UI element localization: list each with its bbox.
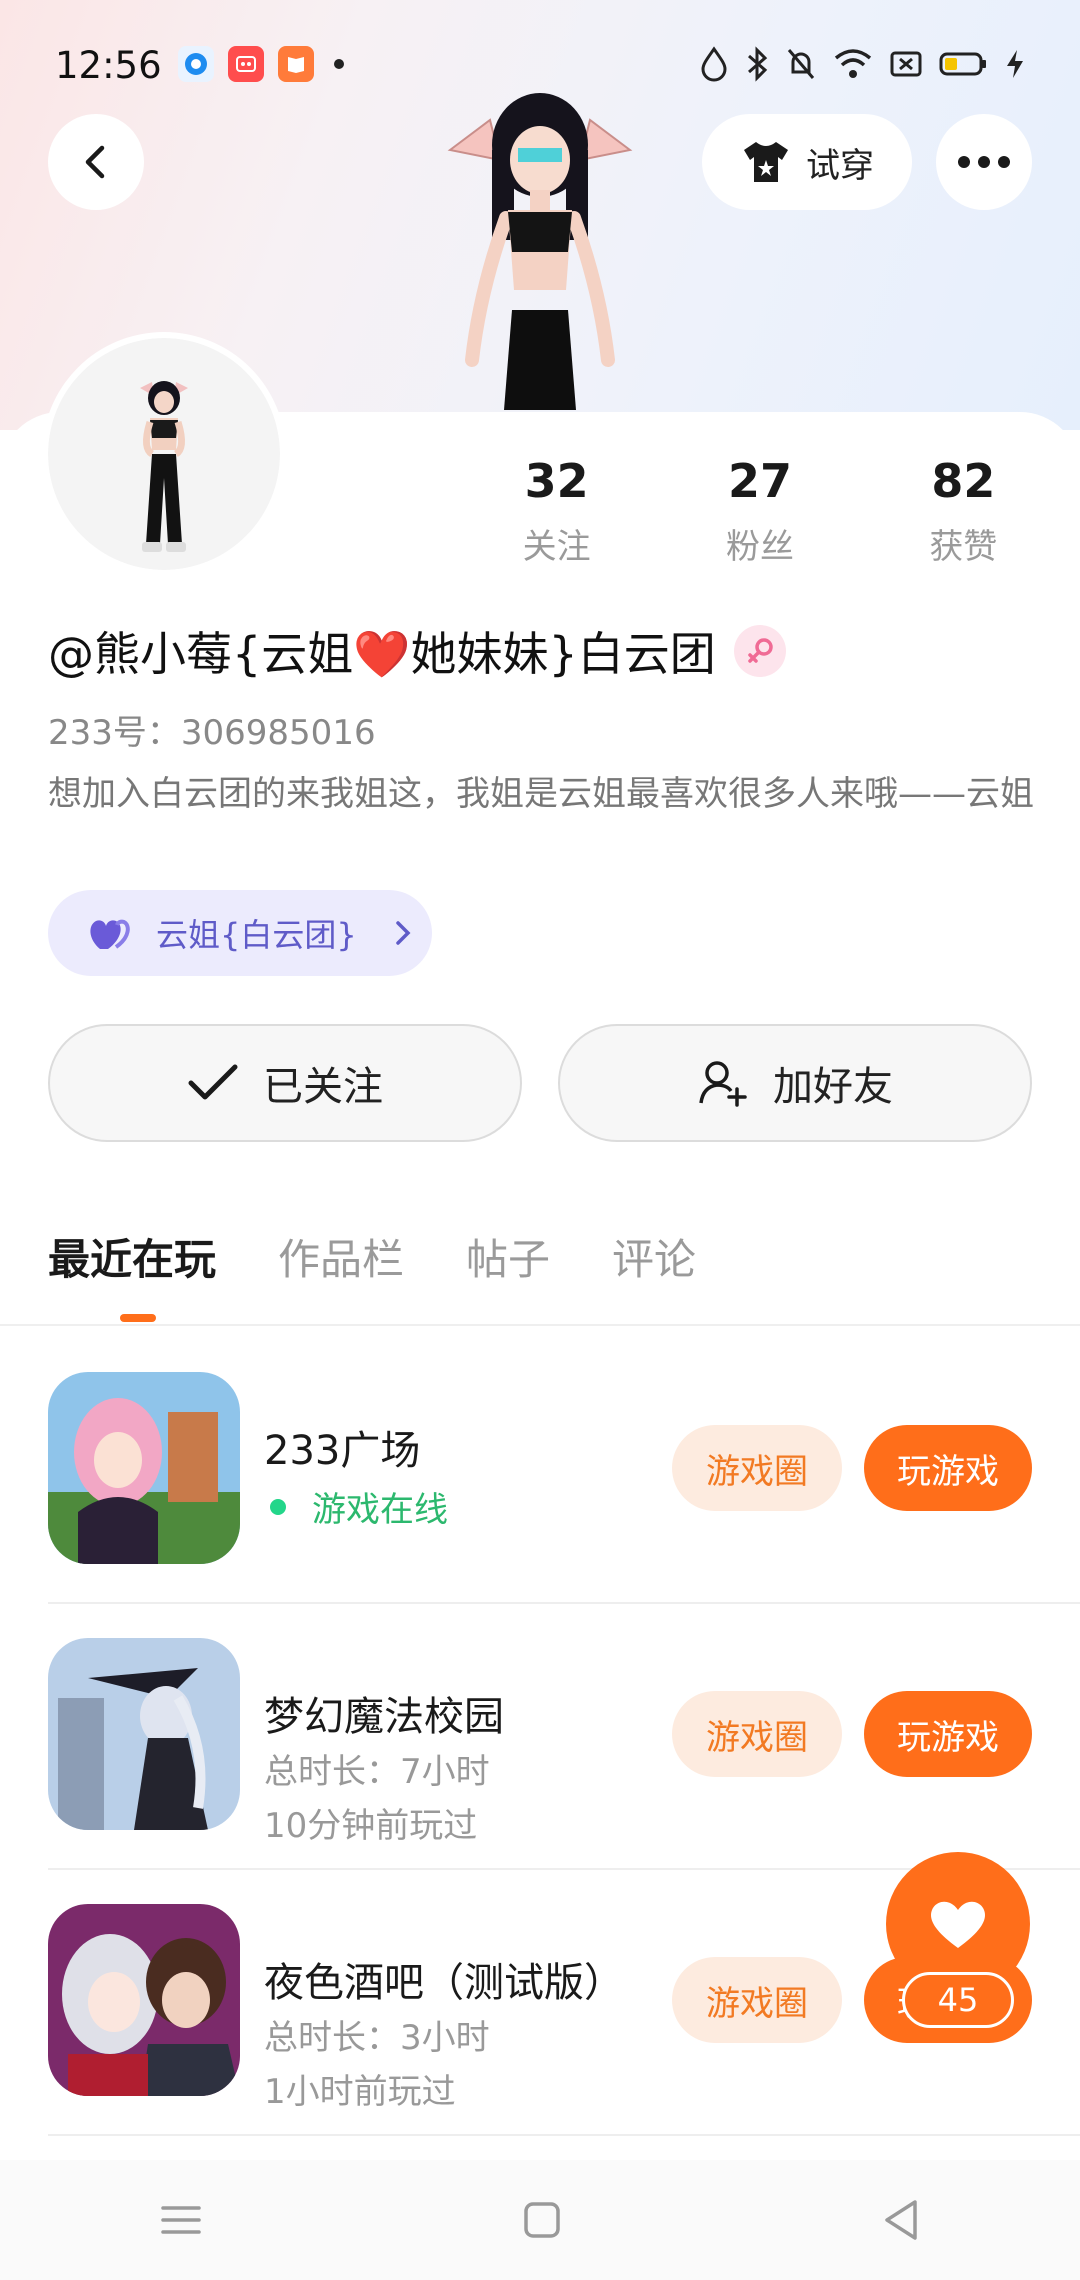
game-title: 233广场 [264, 1428, 421, 1474]
game-thumbnail[interactable] [48, 1638, 240, 1830]
game-last-played: 10分钟前玩过 [264, 1806, 478, 1846]
game-list-item[interactable]: 夜色酒吧（测试版） 总时长：3小时 1小时前玩过 游戏圈 玩游戏 [48, 1904, 1032, 2170]
profile-tabs: 最近在玩 作品栏 帖子 评论 [48, 1226, 758, 1322]
chevron-left-icon [85, 145, 105, 179]
user-id: 233号：306985016 [48, 713, 376, 753]
game-title: 梦幻魔法校园 [264, 1694, 504, 1740]
try-on-button[interactable]: 试穿 [702, 114, 912, 210]
tab-recently-played[interactable]: 最近在玩 [48, 1226, 216, 1287]
stat-label: 获赞 [929, 526, 998, 567]
more-button[interactable] [936, 114, 1032, 210]
avatar-3d-figure [447, 93, 633, 410]
list-divider [48, 1602, 1080, 1604]
add-user-icon [699, 1061, 747, 1107]
home-icon[interactable] [522, 2200, 562, 2240]
active-tab-indicator [120, 1314, 156, 1322]
follow-button-label: 已关注 [263, 1064, 383, 1110]
stat-following[interactable]: 32 关注 [455, 456, 658, 568]
tab-works[interactable]: 作品栏 [278, 1226, 404, 1287]
more-horizontal-icon [958, 156, 1010, 168]
username: @熊小莓{云姐❤️她妹妹}白云团 [48, 627, 716, 681]
group-chip-label: 云姐{白云团} [156, 916, 357, 954]
heart-icon [931, 1901, 985, 1948]
system-navigation-bar [0, 2160, 1080, 2280]
stat-value: 82 [931, 454, 996, 508]
game-circle-button[interactable]: 游戏圈 [672, 1957, 842, 2043]
status-time: 12:56 [55, 44, 162, 87]
notification-icons [178, 46, 344, 82]
chevron-right-icon [395, 921, 411, 945]
game-last-played: 1小时前玩过 [264, 2072, 456, 2112]
try-on-label: 试穿 [806, 145, 874, 186]
username-row: @熊小莓{云姐❤️她妹妹}白云团 [48, 618, 786, 684]
data-saver-icon [701, 46, 727, 82]
game-status-label: 游戏在线 [312, 1490, 448, 1530]
add-friend-label: 加好友 [773, 1064, 893, 1110]
charging-icon [1007, 50, 1023, 78]
wifi-icon [834, 49, 872, 78]
add-friend-button[interactable]: 加好友 [558, 1024, 1032, 1142]
book-app-notification-icon [278, 46, 314, 82]
game-thumbnail[interactable] [48, 1372, 240, 1564]
checkmark-icon [188, 1064, 238, 1100]
user-bio: 想加入白云团的来我姐这，我姐是云姐最喜欢很多人来哦——云姐 [48, 774, 1034, 814]
play-game-button[interactable]: 玩游戏 [864, 1425, 1032, 1511]
sim-icon [890, 51, 922, 77]
list-divider [48, 2134, 1080, 2136]
tab-divider [0, 1324, 1080, 1326]
female-gender-icon [733, 625, 786, 677]
stat-label: 粉丝 [725, 526, 794, 567]
menu-icon[interactable] [159, 2200, 203, 2240]
stat-followers[interactable]: 27 粉丝 [658, 456, 861, 568]
avatar-figure [140, 381, 188, 552]
follow-button[interactable]: 已关注 [48, 1024, 522, 1142]
back-nav-icon[interactable] [881, 2198, 921, 2242]
user-avatar[interactable] [48, 338, 280, 570]
stat-label: 关注 [522, 526, 591, 567]
group-chip[interactable]: 云姐{白云团} [48, 890, 432, 976]
mute-bell-icon [787, 49, 815, 79]
status-bar: 12:56 [0, 0, 1080, 132]
more-notifications-dot [334, 59, 344, 69]
game-list-item[interactable]: 梦幻魔法校园 总时长：7小时 10分钟前玩过 游戏圈 玩游戏 [48, 1638, 1032, 1904]
battery-icon [939, 52, 986, 76]
tab-comments[interactable]: 评论 [612, 1226, 696, 1287]
tshirt-icon [744, 142, 788, 182]
game-circle-button[interactable]: 游戏圈 [672, 1691, 842, 1777]
stat-value: 27 [727, 454, 792, 508]
system-icons [699, 46, 1025, 82]
double-heart-icon [90, 919, 130, 949]
play-game-button[interactable]: 玩游戏 [864, 1691, 1032, 1777]
like-count-badge: 45 [902, 1972, 1014, 2028]
tab-posts[interactable]: 帖子 [466, 1226, 550, 1287]
back-button[interactable] [48, 114, 144, 210]
stat-likes[interactable]: 82 获赞 [862, 456, 1065, 568]
stat-value: 32 [524, 454, 589, 508]
video-app-notification-icon [228, 46, 264, 82]
game-play-duration: 总时长：3小时 [264, 2018, 490, 2058]
app-notification-icon [178, 46, 214, 82]
online-dot-icon [270, 1498, 286, 1515]
profile-stats: 32 关注 27 粉丝 82 获赞 [455, 456, 1065, 568]
bluetooth-icon [748, 46, 768, 82]
game-title: 夜色酒吧（测试版） [264, 1960, 624, 2006]
game-thumbnail[interactable] [48, 1904, 240, 2096]
game-circle-button[interactable]: 游戏圈 [672, 1425, 842, 1511]
game-play-duration: 总时长：7小时 [264, 1752, 490, 1792]
game-online-status: 游戏在线 [264, 1482, 448, 1531]
game-list-item[interactable]: 233广场 游戏在线 游戏圈 玩游戏 [48, 1372, 1032, 1638]
